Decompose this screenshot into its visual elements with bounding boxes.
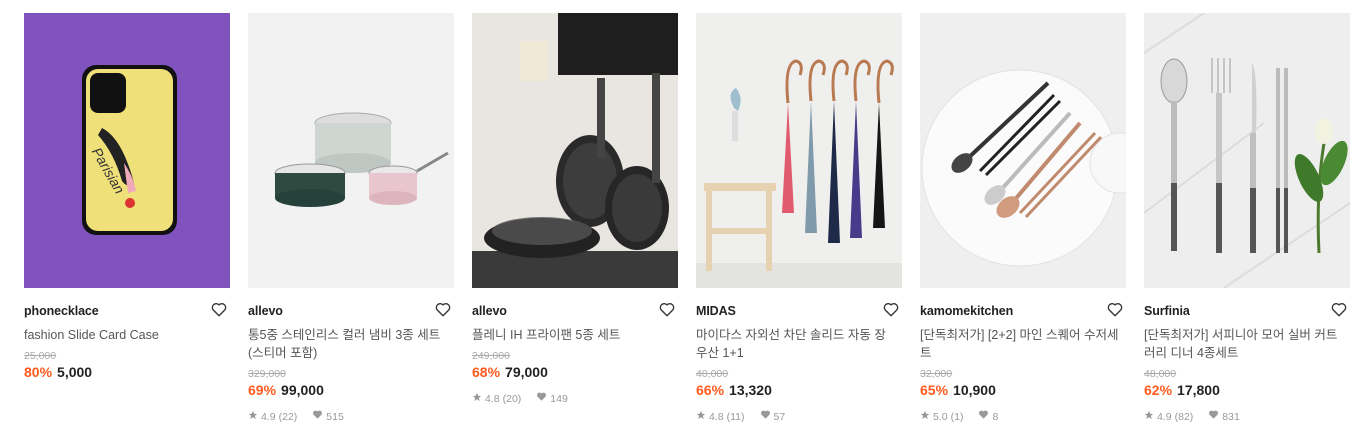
product-title[interactable]: [단독최저가] [2+2] 마인 스퀘어 수저세트 — [920, 326, 1120, 362]
product-card[interactable]: allevo 플레니 IH 프라이팬 5종 세트 249,000 68% 79,0… — [472, 13, 678, 424]
product-title[interactable]: fashion Slide Card Case — [24, 326, 224, 344]
like-heart-icon — [536, 391, 547, 406]
discount-rate: 69% — [248, 382, 277, 398]
product-brand[interactable]: MIDAS — [696, 303, 902, 319]
wishlist-heart-icon[interactable] — [658, 300, 676, 318]
sale-price: 13,320 — [729, 382, 772, 398]
wishlist-heart-icon[interactable] — [434, 300, 452, 318]
product-title[interactable]: [단독최저가] 서피니아 모어 실버 커트러리 디너 4종세트 — [1144, 326, 1344, 362]
product-grid: Parisian phonecklace fashion Slide Card … — [24, 13, 1350, 424]
wishlist-heart-icon[interactable] — [882, 300, 900, 318]
review-count: (20) — [502, 392, 522, 405]
product-image-phone-case[interactable]: Parisian — [24, 13, 230, 288]
star-icon — [696, 410, 706, 424]
product-brand[interactable]: allevo — [472, 303, 678, 319]
like-count: 8 — [992, 410, 999, 423]
discount-rate: 68% — [472, 364, 501, 380]
review-count: (1) — [950, 410, 964, 423]
product-title[interactable]: 플레니 IH 프라이팬 5종 세트 — [472, 326, 672, 344]
wishlist-heart-icon[interactable] — [1330, 300, 1348, 318]
review-count: (22) — [278, 410, 298, 423]
like-heart-icon — [312, 409, 323, 424]
review-count: (11) — [726, 410, 745, 423]
rating-value: 4.9 — [261, 410, 276, 423]
star-icon — [472, 392, 482, 406]
wishlist-heart-icon[interactable] — [210, 300, 228, 318]
wishlist-heart-icon[interactable] — [1106, 300, 1124, 318]
sale-price: 17,800 — [1177, 382, 1220, 398]
product-brand[interactable]: Surfinia — [1144, 303, 1350, 319]
like-heart-icon — [978, 409, 989, 424]
star-icon — [920, 410, 930, 424]
sale-price: 79,000 — [505, 364, 548, 380]
rating-value: 5.0 — [933, 410, 948, 423]
review-meta: 4.8 (20) 149 — [472, 391, 678, 406]
like-count: 149 — [550, 392, 568, 405]
product-brand[interactable]: allevo — [248, 303, 454, 319]
price-row: 80% 5,000 — [24, 363, 230, 381]
product-image-pot-set[interactable] — [248, 13, 454, 288]
sale-price: 5,000 — [57, 364, 93, 380]
product-card[interactable]: allevo 통5중 스테인리스 컬러 냄비 3종 세트 (스티머 포함) 32… — [248, 13, 454, 424]
star-icon — [1144, 410, 1154, 424]
price-row: 68% 79,000 — [472, 363, 678, 381]
price-row: 69% 99,000 — [248, 381, 454, 399]
review-meta: 4.8 (11) 57 — [696, 409, 902, 424]
review-meta: 5.0 (1) 8 — [920, 409, 1126, 424]
rating-value: 4.8 — [485, 392, 500, 405]
review-meta: 4.9 (22) 515 — [248, 409, 454, 424]
product-image-umbrellas[interactable] — [696, 13, 902, 288]
original-price: 48,000 — [1144, 368, 1177, 380]
product-image-silver-cutlery[interactable] — [1144, 13, 1350, 288]
like-heart-icon — [1208, 409, 1219, 424]
like-count: 515 — [326, 410, 344, 423]
discount-rate: 80% — [24, 364, 53, 380]
price-row: 62% 17,800 — [1144, 381, 1350, 399]
like-count: 831 — [1222, 410, 1240, 423]
sale-price: 99,000 — [281, 382, 324, 398]
product-card[interactable]: Surfinia [단독최저가] 서피니아 모어 실버 커트러리 디너 4종세트… — [1144, 13, 1350, 424]
product-brand[interactable]: phonecklace — [24, 303, 230, 319]
discount-rate: 62% — [1144, 382, 1173, 398]
product-card[interactable]: Parisian phonecklace fashion Slide Card … — [24, 13, 230, 424]
sale-price: 10,900 — [953, 382, 996, 398]
review-count: (82) — [1174, 410, 1194, 423]
product-card[interactable]: MIDAS 마이다스 자외선 차단 솔리드 자동 장우산 1+1 40,000 … — [696, 13, 902, 424]
product-image-frying-pan-set[interactable] — [472, 13, 678, 288]
price-row: 65% 10,900 — [920, 381, 1126, 399]
star-icon — [248, 410, 258, 424]
original-price: 32,000 — [920, 368, 953, 380]
product-image-cutlery-set[interactable] — [920, 13, 1126, 288]
product-card[interactable]: kamomekitchen [단독최저가] [2+2] 마인 스퀘어 수저세트 … — [920, 13, 1126, 424]
original-price: 249,000 — [472, 350, 510, 362]
review-meta: 4.9 (82) 831 — [1144, 409, 1350, 424]
discount-rate: 65% — [920, 382, 949, 398]
original-price: 40,000 — [696, 368, 729, 380]
rating-value: 4.8 — [709, 410, 724, 423]
discount-rate: 66% — [696, 382, 725, 398]
original-price: 25,000 — [24, 350, 57, 362]
original-price: 329,000 — [248, 368, 286, 380]
like-heart-icon — [760, 409, 771, 424]
product-title[interactable]: 통5중 스테인리스 컬러 냄비 3종 세트 (스티머 포함) — [248, 326, 448, 362]
rating-value: 4.9 — [1157, 410, 1172, 423]
product-title[interactable]: 마이다스 자외선 차단 솔리드 자동 장우산 1+1 — [696, 326, 896, 362]
price-row: 66% 13,320 — [696, 381, 902, 399]
like-count: 57 — [773, 410, 786, 423]
product-brand[interactable]: kamomekitchen — [920, 303, 1126, 319]
